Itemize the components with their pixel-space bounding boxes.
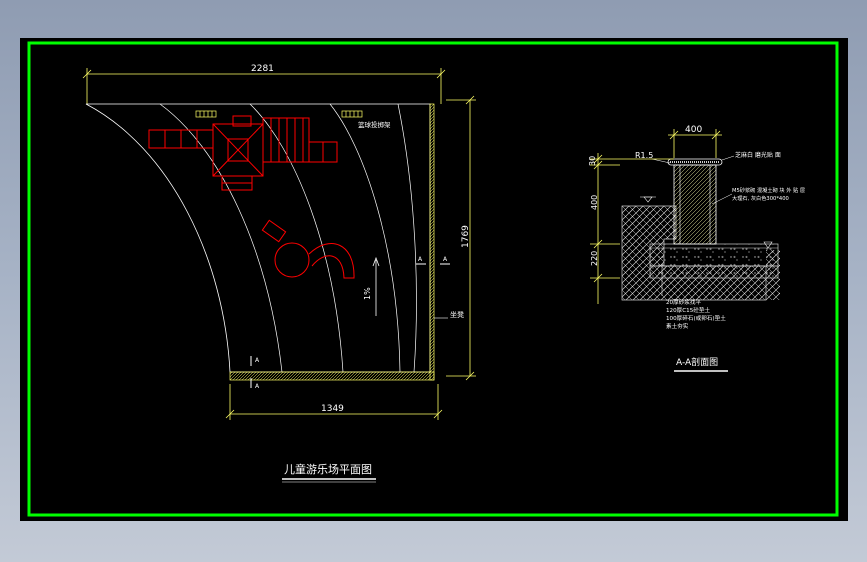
callout-layer-3: 100厚碎石(或卵石)垫土 [666,314,726,322]
slope-arrow [372,256,380,316]
section-dimension-top-label: 400 [685,125,702,135]
ground-contour-lines [159,103,417,373]
basketball-stand-label: 篮球投掷架 [358,120,391,129]
callout-layer-2: 120厚C15砼垫土 [666,306,710,314]
play-structure [148,115,355,279]
section-marker-bottom-label-2: A [255,383,260,390]
dimension-top-width-label: 2281 [251,64,274,74]
callout-layer-1: 20厚砂浆找平 [666,298,701,306]
section-title: A-A剖面图 [676,356,718,368]
section-marker-right-label-2: A [443,256,448,263]
section-a-a: 400 R1.5 30 400 220 芝麻白 磨光贴 面 M5砂浆砌 混凝土砌… [588,125,805,372]
playground-plan: 2281 篮球投掷架 1% A A A A 坐凳 1769 1349 儿童游乐场… [82,64,476,483]
callout-wall-2: 大理石, 灰白色300*400 [732,194,789,202]
section-marker-bottom-label-1: A [255,357,260,364]
callout-wall-1: M5砂浆砌 混凝土砌 块 外 贴 层 [732,186,805,194]
slope-label: 1% [363,287,372,300]
cad-drawing: 2281 篮球投掷架 1% A A A A 坐凳 1769 1349 儿童游乐场… [27,41,839,517]
plan-title: 儿童游乐场平面图 [284,462,372,476]
section-marker-right-label-1: A [418,256,423,263]
drawing-sheet: 2281 篮球投掷架 1% A A A A 坐凳 1769 1349 儿童游乐场… [20,38,848,521]
ground-level-marker [643,196,653,203]
plan-right-wall [429,103,435,381]
dimension-right-height-label: 1769 [461,225,471,248]
callout-cap: 芝麻白 磨光贴 面 [735,151,781,159]
concrete-layer [649,243,779,267]
plan-bottom-edge [229,371,435,381]
section-dimension-30: 30 [588,156,597,166]
section-dimension-220: 220 [590,251,599,266]
gravel-layer [649,265,779,279]
callout-layer-4: 素土夯实 [666,322,689,330]
section-dimension-400: 400 [590,195,599,210]
play-area-outline [85,103,431,373]
right-wall-label: 坐凳 [450,310,464,319]
dimension-bottom-width-label: 1349 [321,404,344,414]
radius-leader [651,158,671,164]
